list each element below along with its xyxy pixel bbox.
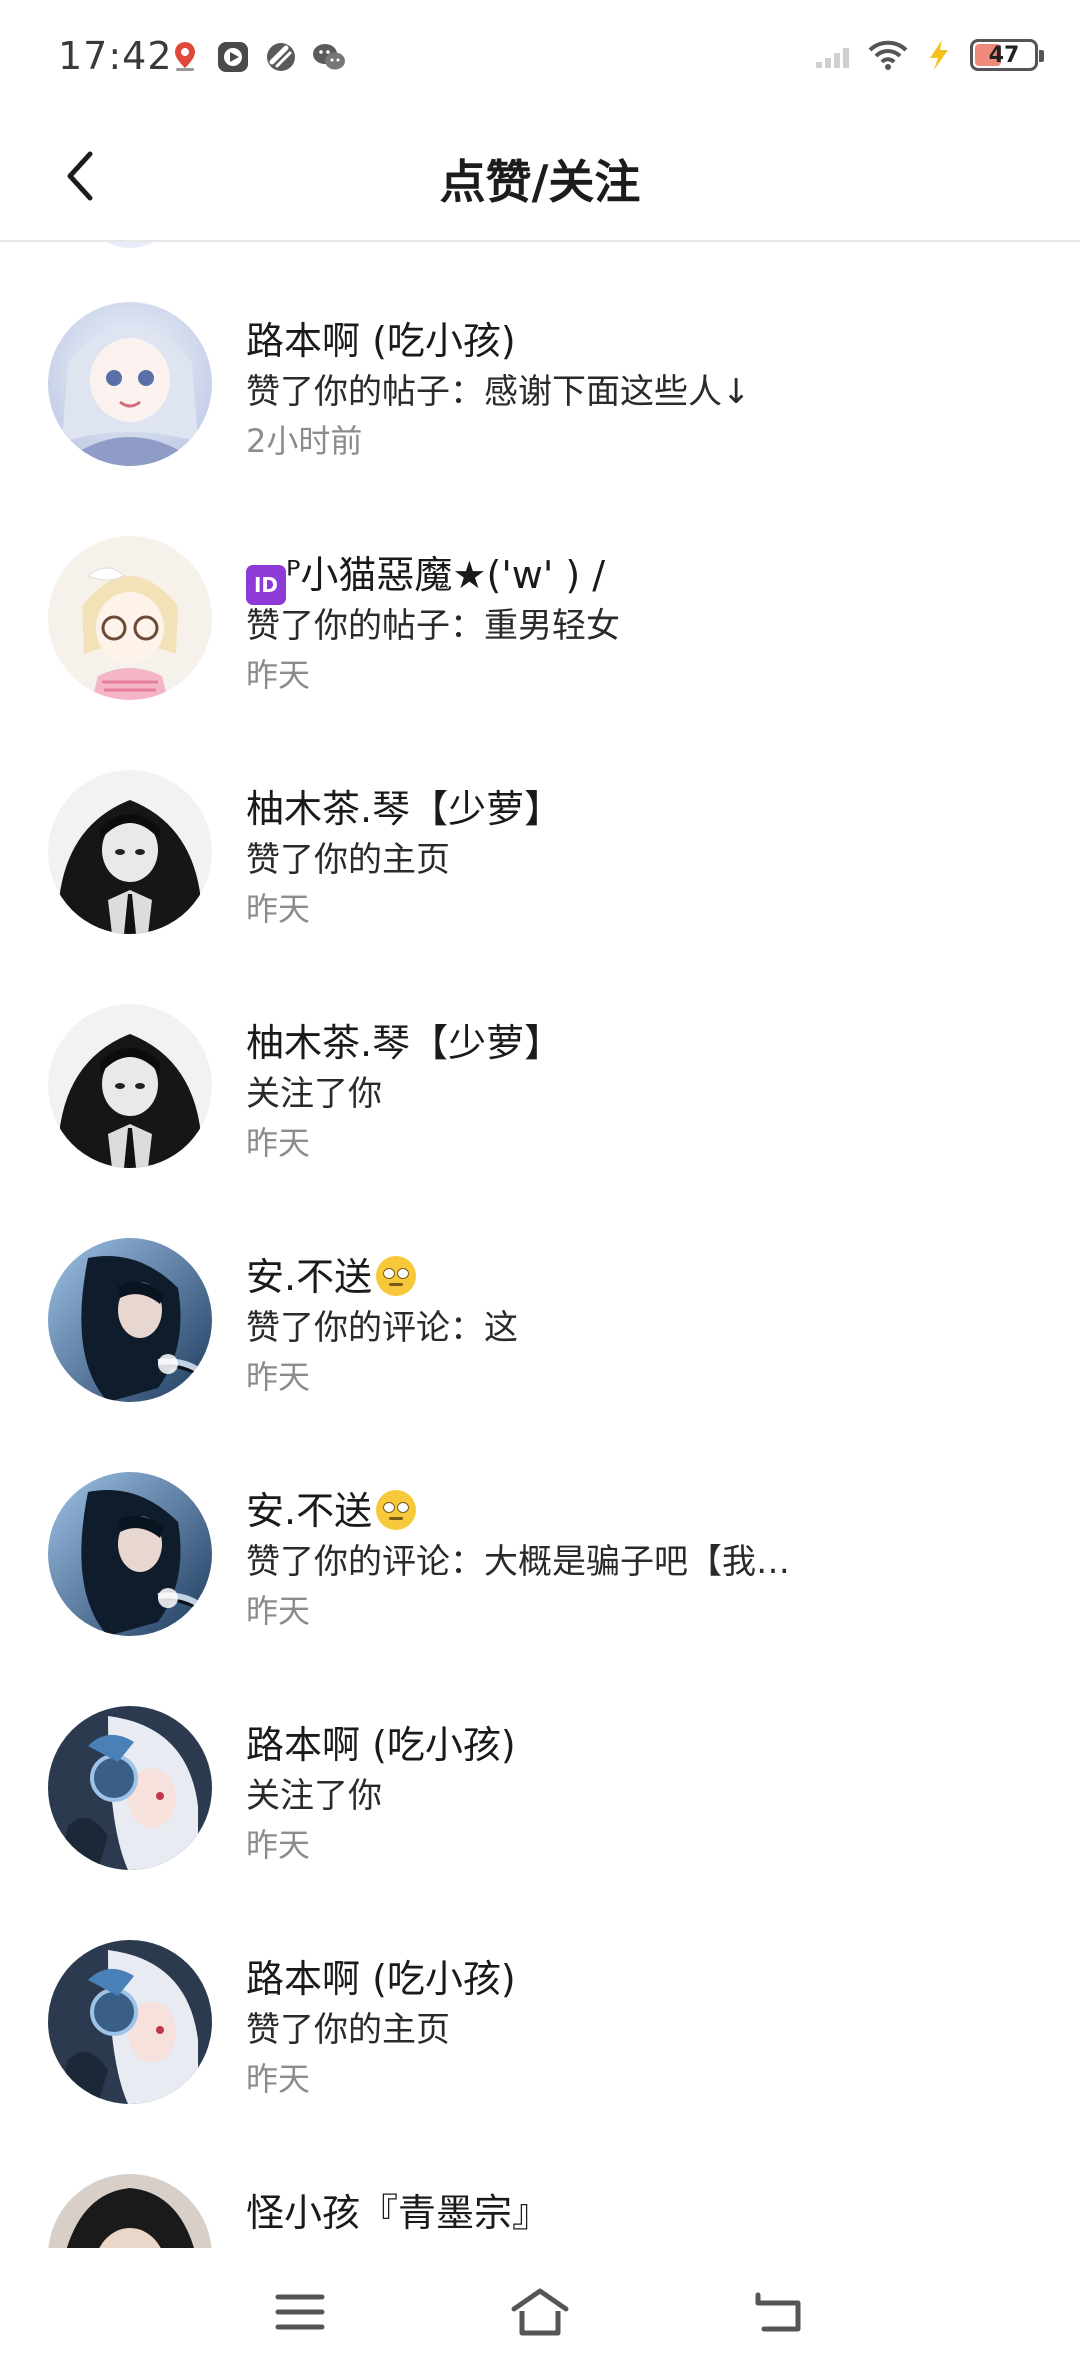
item-action: 赞了你的主页 [246,840,450,880]
page-title: 点赞/关注 [439,155,641,209]
screen: 17:42 47 点赞/关注 路本啊 (吃小孩) 赞了你的帖子：感谢下面这些人↓… [0,0,1080,2376]
system-nav-bar [0,2248,1080,2376]
signal-icon [814,38,854,72]
status-icons-right: 47 [814,38,1044,72]
item-name: 柚木茶.琴【少萝】 [246,787,563,831]
rolling-eyes-emoji-icon [376,1256,417,1296]
home-icon [511,2288,569,2336]
list-item[interactable]: 路本啊 (吃小孩) 关注了你 昨天 [0,1706,1080,1940]
video-app-icon [216,40,250,74]
avatar[interactable] [48,1472,212,1636]
menu-icon [275,2294,325,2330]
list-item[interactable]: 怪小孩『青墨宗』 [0,2174,1080,2248]
item-action: 赞了你的帖子：重男轻女 [246,606,620,646]
item-time: 昨天 [246,1592,311,1630]
item-action: 关注了你 [246,1776,382,1816]
rolling-eyes-emoji-icon [376,1490,417,1530]
location-icon [168,40,202,74]
item-action: 赞了你的评论：这 [246,1308,518,1348]
list-item[interactable]: 安.不送 赞了你的评论：这 昨天 [0,1238,1080,1472]
wechat-icon [312,40,346,74]
item-time: 昨天 [246,1826,311,1864]
list-item[interactable]: ID ᴾ小猫惡魔★('w' ) / 赞了你的帖子：重男轻女 昨天 [0,536,1080,770]
item-name: 怪小孩『青墨宗』 [246,2191,551,2235]
item-name: 柚木茶.琴【少萝】 [246,1021,563,1065]
notification-list[interactable]: 路本啊 (吃小孩) 赞了你的帖子：感谢下面这些人↓ 2小时前 ID ᴾ小猫惡魔★(… [0,242,1080,2248]
avatar[interactable] [48,1706,212,1870]
item-name-text: 安.不送 [246,1489,373,1533]
item-action: 赞了你的评论：大概是骗子吧【我… [246,1542,790,1582]
item-time: 昨天 [246,1358,311,1396]
avatar[interactable] [48,1238,212,1402]
capsule-app-icon [264,40,298,74]
item-time: 昨天 [246,890,311,928]
list-item[interactable]: 路本啊 (吃小孩) 赞了你的主页 昨天 [0,1940,1080,2174]
avatar[interactable] [48,1940,212,2104]
item-name: 路本啊 (吃小孩) [246,1723,516,1767]
item-name: 安.不送 [246,1480,417,1535]
back-icon [755,2292,801,2332]
item-time: 昨天 [246,656,311,694]
avatar[interactable] [48,302,212,466]
item-action: 关注了你 [246,1074,382,1114]
app-header: 点赞/关注 [0,110,1080,242]
list-item[interactable]: 柚木茶.琴【少萝】 赞了你的主页 昨天 [0,770,1080,1004]
item-action: 赞了你的主页 [246,2010,450,2050]
item-name: 安.不送 [246,1246,417,1301]
list-item[interactable]: 安.不送 赞了你的评论：大概是骗子吧【我… 昨天 [0,1472,1080,1706]
avatar[interactable] [48,770,212,934]
item-time: 昨天 [246,2060,311,2098]
item-name-text: ᴾ小猫惡魔★('w' ) / [286,553,606,597]
item-time: 昨天 [246,1124,311,1162]
charging-icon [922,38,956,72]
item-time: 2小时前 [246,422,363,460]
battery-icon: 47 [970,39,1044,71]
item-name: ID ᴾ小猫惡魔★('w' ) / [246,544,605,605]
list-item[interactable]: 柚木茶.琴【少萝】 关注了你 昨天 [0,1004,1080,1238]
item-name: 路本啊 (吃小孩) [246,319,516,363]
home-button[interactable] [495,2267,585,2357]
status-bar: 17:42 47 [0,0,1080,110]
item-action: 赞了你的帖子：感谢下面这些人↓ [246,372,751,412]
status-time: 17:42 [58,34,173,78]
status-icons-left [168,40,346,74]
avatar[interactable] [48,2174,212,2248]
avatar[interactable] [48,536,212,700]
avatar [80,242,180,248]
item-name-text: 安.不送 [246,1255,373,1299]
menu-button[interactable] [255,2267,345,2357]
list-item[interactable]: 路本啊 (吃小孩) 赞了你的帖子：感谢下面这些人↓ 2小时前 [0,302,1080,536]
back-nav-button[interactable] [735,2267,825,2357]
battery-level: 47 [988,42,1020,68]
wifi-icon [868,38,908,72]
item-name: 路本啊 (吃小孩) [246,1957,516,2001]
avatar[interactable] [48,1004,212,1168]
